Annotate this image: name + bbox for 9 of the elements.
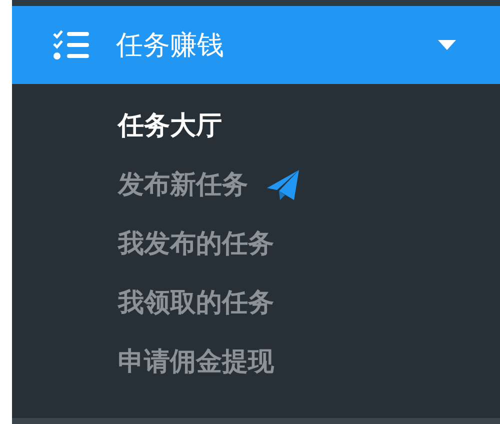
- paper-plane-icon: [266, 169, 300, 201]
- menu-item[interactable]: 发布新任务: [118, 165, 248, 205]
- menu-item[interactable]: 任务大厅: [118, 106, 222, 146]
- menu-item[interactable]: 我领取的任务: [118, 283, 274, 323]
- checklist-icon: [52, 29, 92, 61]
- menu-header[interactable]: 任务赚钱: [12, 6, 500, 84]
- menu-item[interactable]: 申请佣金提现: [118, 342, 274, 382]
- caret-down-icon: [438, 40, 456, 50]
- menu-item[interactable]: 我发布的任务: [118, 224, 274, 264]
